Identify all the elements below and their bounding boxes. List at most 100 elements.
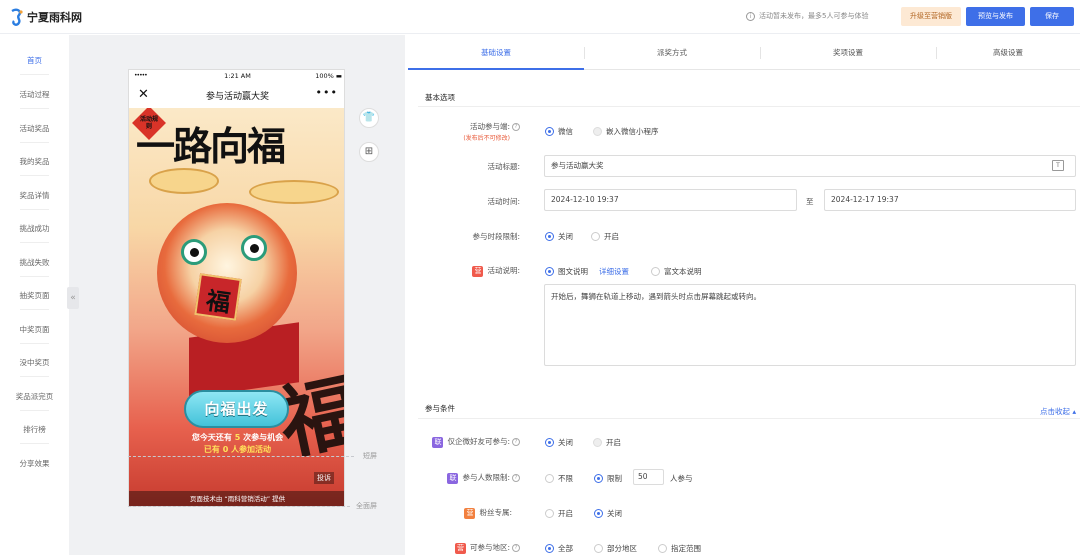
tab-award-method[interactable]: 派奖方式 <box>584 35 760 70</box>
brand-logo[interactable]: 宁夏雨科网 <box>10 8 82 26</box>
preview-publish-button[interactable]: 预览与发布 <box>966 7 1025 26</box>
start-time-input[interactable]: 2024-12-10 19:37 <box>544 189 797 211</box>
layout-icon[interactable]: ⊞ <box>359 142 379 162</box>
marketing-badge: 营 <box>454 543 466 554</box>
radio-region-all[interactable]: 全部 <box>545 543 573 554</box>
sidebar-item-out-of-prizes[interactable]: 奖品派完页 <box>0 391 69 402</box>
sidebar-item-challenge-fail[interactable]: 挑战失败 <box>0 257 69 268</box>
phone-status-bar: ••••• 1:21 AM 100% ▬ <box>129 70 344 83</box>
help-icon[interactable]: ? <box>512 474 520 482</box>
sidebar-item-draw-page[interactable]: 抽奖页面 <box>0 290 69 301</box>
radio-region-range[interactable]: 指定范围 <box>658 543 701 554</box>
sidebar-divider <box>20 343 49 344</box>
radio-rich-text-desc[interactable]: 富文本说明 <box>651 266 702 277</box>
radio-count-limited[interactable]: 限制 <box>594 473 622 484</box>
section-divider <box>418 106 1080 107</box>
participant-label: 活动参与端:? <box>430 121 520 132</box>
tab-advanced-settings[interactable]: 高级设置 <box>936 35 1080 70</box>
sidebar-collapse-button[interactable]: « <box>67 287 79 309</box>
section-divider <box>418 418 1080 419</box>
tab-prize-settings[interactable]: 奖项设置 <box>760 35 936 70</box>
radio-rich-text-desc-label: 富文本说明 <box>664 267 702 276</box>
upgrade-button[interactable]: 升级至营销版 <box>901 7 961 26</box>
radio-region-partial[interactable]: 部分地区 <box>594 543 637 554</box>
friends-only-label: 联仅企微好友可参与:? <box>420 436 520 448</box>
settings-tabs: 基础设置 派奖方式 奖项设置 高级设置 <box>408 35 1080 70</box>
sidebar-item-prizes[interactable]: 活动奖品 <box>0 123 69 134</box>
sidebar-item-home[interactable]: 首页 <box>0 55 69 66</box>
short-screen-label: 短屏 <box>363 452 377 460</box>
info-icon: i <box>746 11 755 21</box>
radio-mini-program[interactable]: 嵌入微信小程序 <box>593 126 659 137</box>
sidebar-item-challenge-success[interactable]: 挑战成功 <box>0 223 69 234</box>
top-header: 宁夏雨科网 i 活动暂未发布，最多5人可参与体验 升级至营销版 预览与发布 保存 <box>0 0 1080 34</box>
radio-fans-off-label: 关闭 <box>607 509 622 518</box>
radio-wechat[interactable]: 微信 <box>545 126 573 137</box>
radio-count-unlimited[interactable]: 不限 <box>545 473 573 484</box>
sidebar-divider <box>20 242 49 243</box>
title-input[interactable]: 参与活动赢大奖 <box>544 155 1076 177</box>
radio-wechat-label: 微信 <box>558 127 573 136</box>
radio-region-partial-label: 部分地区 <box>607 544 637 553</box>
time-separator: 至 <box>806 197 814 206</box>
radio-region-range-label: 指定范围 <box>671 544 701 553</box>
end-time-input[interactable]: 2024-12-17 19:37 <box>824 189 1076 211</box>
radio-dot <box>594 474 603 483</box>
text-format-icon[interactable]: T <box>1052 160 1064 171</box>
radio-period-on[interactable]: 开启 <box>591 231 619 242</box>
sidebar-item-process[interactable]: 活动过程 <box>0 89 69 100</box>
help-icon[interactable]: ? <box>512 123 520 131</box>
sidebar-item-my-prizes[interactable]: 我的奖品 <box>0 156 69 167</box>
start-button[interactable]: 向福出发 <box>184 390 289 428</box>
sidebar-item-prize-detail[interactable]: 奖品详情 <box>0 190 69 201</box>
sidebar-item-share-effect[interactable]: 分享效果 <box>0 458 69 469</box>
title-label: 活动标题: <box>487 162 520 171</box>
radio-fans-off[interactable]: 关闭 <box>594 508 622 519</box>
sidebar-divider <box>20 276 49 277</box>
radio-fans-on[interactable]: 开启 <box>545 508 573 519</box>
rules-stamp-text[interactable]: 活动规则 <box>139 116 159 130</box>
help-icon[interactable]: ? <box>512 544 520 552</box>
radio-dot <box>593 127 602 136</box>
radio-graphic-desc[interactable]: 图文说明 <box>545 266 588 277</box>
radio-count-limited-label: 限制 <box>607 474 622 483</box>
theme-icon[interactable]: 👕 <box>359 108 379 128</box>
chance-suffix: 次参与机会 <box>243 433 284 442</box>
fu-card-character: 福 <box>204 285 233 318</box>
lion-illustration <box>157 203 297 343</box>
period-label-text: 参与时段限制: <box>472 232 520 241</box>
region-label-text: 可参与地区: <box>469 543 510 552</box>
collapse-link[interactable]: 点击收起 ▴ <box>1040 406 1076 417</box>
save-button[interactable]: 保存 <box>1030 7 1074 26</box>
report-button[interactable]: 投诉 <box>314 472 334 484</box>
detail-settings-link[interactable]: 详细设置 <box>599 266 629 277</box>
page-sidebar: 首页 活动过程 活动奖品 我的奖品 奖品详情 挑战成功 挑战失败 抽奖页面 中奖… <box>0 35 69 555</box>
sidebar-divider <box>20 309 49 310</box>
sidebar-divider <box>20 108 49 109</box>
count-limit-input[interactable]: 50 <box>633 469 664 485</box>
brand-name: 宁夏雨科网 <box>27 11 82 24</box>
radio-friends-on[interactable]: 开启 <box>593 437 621 448</box>
battery-icon: 100% ▬ <box>315 72 342 80</box>
sidebar-divider <box>20 74 49 75</box>
sidebar-item-lose-page[interactable]: 没中奖页 <box>0 357 69 368</box>
radio-fans-on-label: 开启 <box>558 509 573 518</box>
radio-friends-off[interactable]: 关闭 <box>545 437 573 448</box>
time-label: 活动时间: <box>487 197 520 206</box>
region-label: 营可参与地区:? <box>420 542 520 554</box>
more-icon[interactable]: ••• <box>316 86 338 99</box>
cloud-decoration <box>249 180 339 204</box>
tab-basic-settings[interactable]: 基础设置 <box>408 35 584 70</box>
count-suffix: 人参与 <box>670 474 693 483</box>
marketing-badge: 营 <box>464 508 476 519</box>
description-textarea[interactable]: 开始后，舞狮在轨道上移动，遇到箭头时点击屏幕跳起或转向。 <box>544 284 1076 366</box>
radio-period-off[interactable]: 关闭 <box>545 231 573 242</box>
sidebar-item-leaderboard[interactable]: 排行榜 <box>0 424 69 435</box>
phone-nav-bar: ✕ 参与活动赢大奖 ••• <box>129 83 344 108</box>
help-icon[interactable]: ? <box>512 438 520 446</box>
chance-count: 5 <box>234 433 241 442</box>
sidebar-item-win-page[interactable]: 中奖页面 <box>0 324 69 335</box>
status-time: 1:21 AM <box>224 72 251 80</box>
radio-dot <box>593 438 602 447</box>
lion-eye <box>181 239 207 265</box>
